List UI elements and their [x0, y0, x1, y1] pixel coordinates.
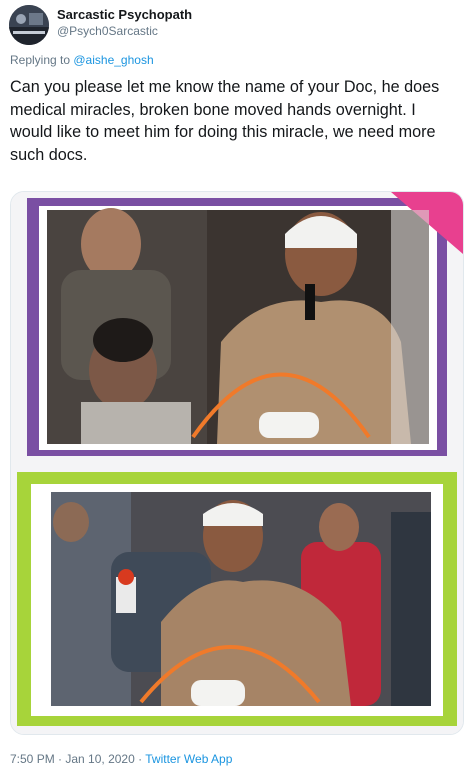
replying-to: Replying to @aishe_ghosh — [10, 53, 154, 67]
meta-separator: · — [54, 752, 66, 766]
tweet-media[interactable] — [10, 191, 464, 735]
mention-link[interactable]: @aishe_ghosh — [73, 53, 153, 67]
replying-to-label: Replying to — [10, 53, 74, 67]
author-handle[interactable]: @Psych0Sarcastic — [57, 24, 158, 38]
tweet-meta: 7:50 PM · Jan 10, 2020 · Twitter Web App — [10, 752, 232, 766]
tweet-time[interactable]: 7:50 PM — [10, 752, 55, 766]
author-name[interactable]: Sarcastic Psychopath — [57, 7, 192, 22]
photo-collage-icon — [11, 192, 463, 734]
avatar[interactable] — [9, 5, 49, 45]
source-app-link[interactable]: Twitter Web App — [145, 752, 232, 766]
tweet-text: Can you please let me know the name of y… — [10, 78, 440, 164]
avatar-photo-icon — [9, 5, 49, 45]
meta-separator-2: · — [134, 752, 146, 766]
tweet-date[interactable]: Jan 10, 2020 — [65, 752, 134, 766]
